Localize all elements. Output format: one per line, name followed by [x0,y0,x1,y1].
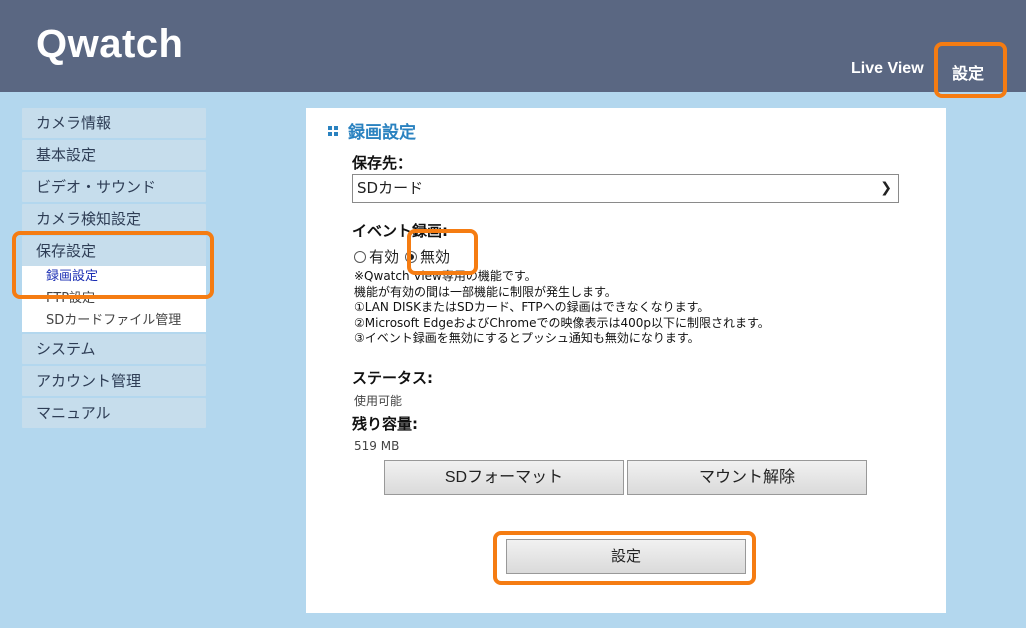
nav-live-view[interactable]: Live View [851,60,924,78]
panel-title: 録画設定 [328,118,416,143]
note-line: ③イベント録画を無効にするとプッシュ通知も無効になります。 [354,331,700,345]
settings-panel: 録画設定 保存先： SDカード ❯ イベント録画: 有効 無効 ※Qwatch … [306,108,946,613]
sidebar-item-account[interactable]: アカウント管理 [22,366,206,396]
sidebar-item-basic-settings[interactable]: 基本設定 [22,140,206,170]
note-line: ②Microsoft EdgeおよびChromeでの映像表示は400p以下に制限… [354,315,770,330]
save-destination-select[interactable]: SDカード ❯ [352,174,899,203]
radio-enable-label: 有効 [369,248,400,266]
chevron-down-icon: ❯ [880,180,892,196]
sidebar-item-system[interactable]: システム [22,334,206,364]
event-recording-radio-group: 有効 無効 [354,246,456,267]
capacity-value: 519 MB [354,439,400,453]
save-destination-label: 保存先： [352,154,413,172]
submit-settings-button[interactable]: 設定 [506,539,746,574]
logo: Qwatch [36,22,184,66]
nav-settings[interactable]: 設定 [952,60,984,84]
storage-submenu: 録画設定 FTP設定 SDカードファイル管理 [22,266,206,332]
note-line: 機能が有効の間は一部機能に制限が発生します。 [354,284,617,299]
event-recording-notes: ※Qwatch View専用の機能です。 機能が有効の間は一部機能に制限が発生し… [354,269,770,347]
status-label: ステータス: [352,369,433,387]
save-destination-value: SDカード [357,179,424,197]
sidebar-item-manual[interactable]: マニュアル [22,398,206,428]
note-line: ①LAN DISKまたはSDカード、FTPへの録画はできなくなります。 [354,300,710,314]
submenu-recording-settings[interactable]: 録画設定 [22,266,206,288]
unmount-button[interactable]: マウント解除 [627,460,867,495]
sidebar-item-camera-detection[interactable]: カメラ検知設定 [22,204,206,234]
sidebar-item-video-sound[interactable]: ビデオ・サウンド [22,172,206,202]
submenu-sd-file-management[interactable]: SDカードファイル管理 [22,310,206,332]
note-line: ※Qwatch View専用の機能です。 [354,269,537,283]
sidebar: カメラ情報 基本設定 ビデオ・サウンド カメラ検知設定 保存設定 録画設定 FT… [22,108,206,430]
sidebar-item-storage-settings[interactable]: 保存設定 [22,236,206,266]
sidebar-item-camera-info[interactable]: カメラ情報 [22,108,206,138]
radio-disable-label: 無効 [420,248,451,266]
submenu-ftp-settings[interactable]: FTP設定 [22,288,206,310]
status-value: 使用可能 [354,394,403,408]
grid-icon [328,125,338,136]
radio-enable[interactable] [354,250,366,263]
radio-disable[interactable] [405,250,418,263]
capacity-label: 残り容量: [352,415,418,433]
top-header: Qwatch Live View 設定 [0,0,1026,92]
event-recording-label: イベント録画: [352,222,448,240]
sd-format-button[interactable]: SDフォーマット [384,460,624,495]
panel-title-text: 録画設定 [348,123,416,143]
